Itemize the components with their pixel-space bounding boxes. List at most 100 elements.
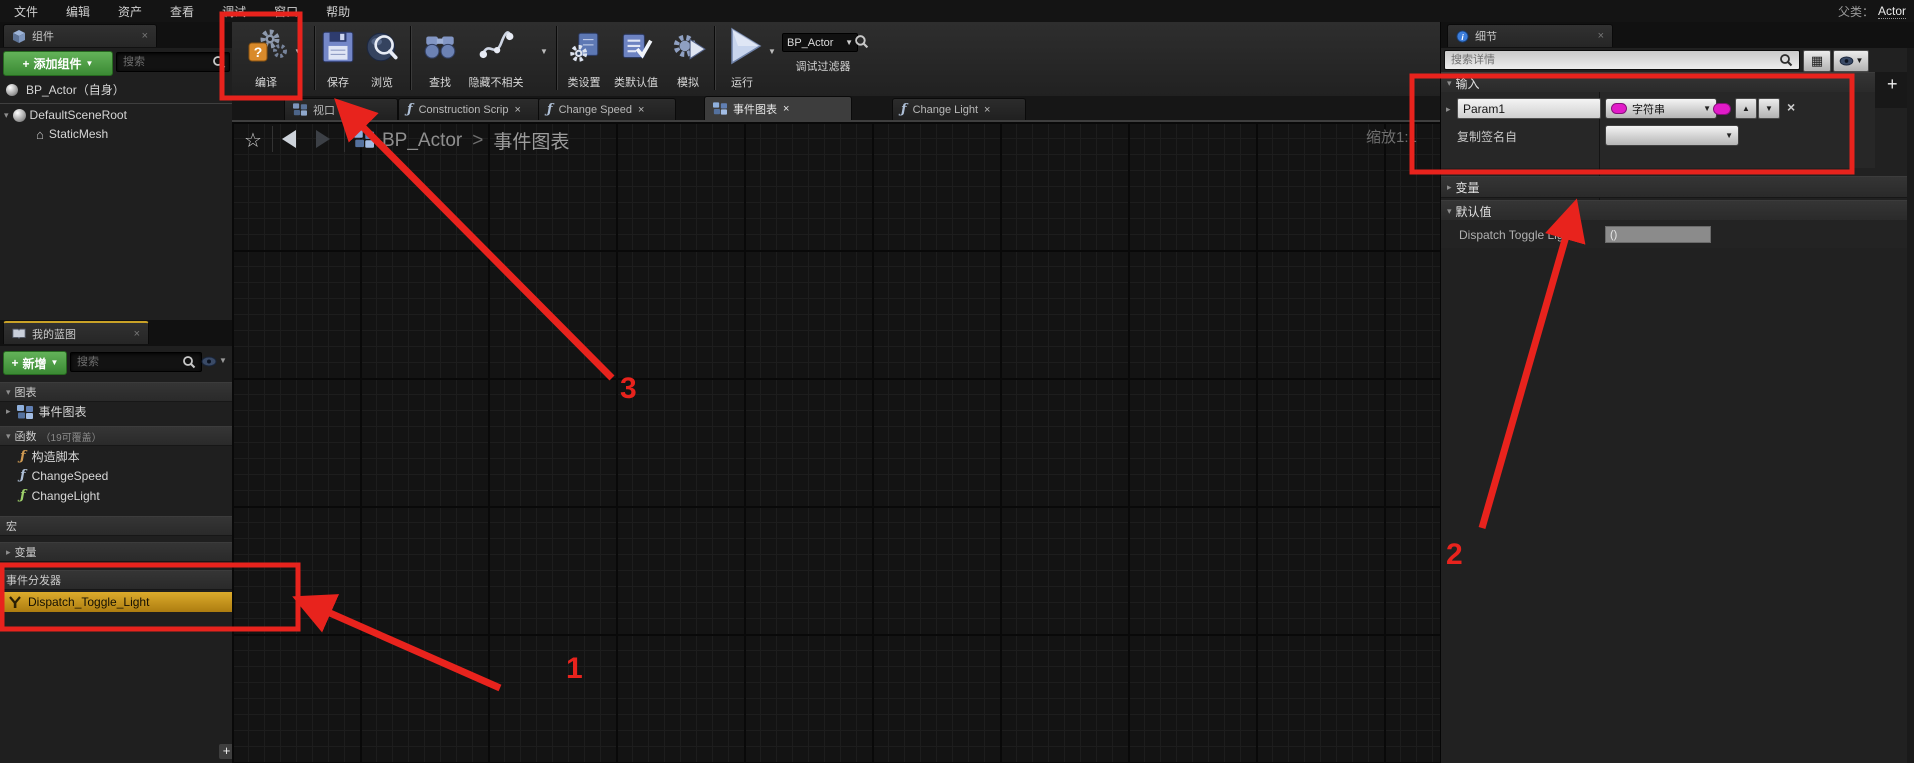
menu-window[interactable]: 窗口: [260, 0, 312, 22]
variable-header-label: 变量: [1456, 179, 1480, 196]
tab-event-graph[interactable]: 事件图表 ×: [704, 96, 852, 120]
add-input-button[interactable]: +: [1887, 74, 1898, 95]
close-icon[interactable]: ×: [1598, 30, 1604, 42]
svg-text:?: ?: [254, 44, 263, 60]
move-up-button[interactable]: ▲: [1735, 98, 1757, 119]
graphs-header[interactable]: ▾ 图表 +: [0, 382, 238, 402]
expander-icon[interactable]: ▾: [1447, 206, 1452, 217]
function-changespeed-label: ChangeSpeed: [32, 469, 109, 483]
dispatcher-item-selected[interactable]: Dispatch_Toggle_Light: [2, 592, 236, 612]
tab-details[interactable]: i 细节 ×: [1447, 24, 1613, 47]
play-button[interactable]: [724, 26, 764, 73]
expander-icon[interactable]: ▾: [6, 431, 11, 442]
tab-construction-script[interactable]: ƒ Construction Scrip ×: [398, 98, 540, 120]
chevron-down-icon[interactable]: ▼: [294, 48, 302, 56]
static-mesh-row[interactable]: ⌂ StaticMesh: [36, 127, 108, 141]
variable-section-header[interactable]: ▸ 变量: [1441, 176, 1914, 198]
property-matrix-button[interactable]: ▦: [1803, 50, 1831, 72]
expander-icon[interactable]: ▸: [6, 406, 11, 417]
scene-root-row[interactable]: ▾ DefaultSceneRoot: [4, 108, 127, 122]
chevron-down-icon: ▼: [86, 60, 94, 68]
close-icon[interactable]: ×: [638, 104, 644, 116]
expander-icon[interactable]: ▾: [1447, 78, 1452, 89]
dispatchers-header[interactable]: 事件分发器 +: [0, 570, 238, 590]
details-view-options-button[interactable]: ▼: [1833, 50, 1869, 72]
copy-signature-label: 复制签名自: [1457, 128, 1517, 145]
functions-header[interactable]: ▾ 函数 （19可覆盖） +: [0, 426, 238, 446]
components-panel: 组件 × + 添加组件 ▼ BP_Actor（自身） ▾ DefaultScen…: [0, 22, 233, 763]
details-search-input[interactable]: [1444, 50, 1800, 70]
close-icon[interactable]: ×: [783, 103, 789, 115]
nav-back-icon[interactable]: [282, 130, 296, 148]
class-defaults-button[interactable]: [618, 28, 654, 71]
expander-icon[interactable]: ▾: [4, 110, 9, 121]
search-icon[interactable]: [854, 34, 869, 49]
class-settings-icon: [566, 28, 602, 66]
favorite-star-icon[interactable]: ☆: [244, 128, 262, 153]
new-button[interactable]: + 新增 ▼: [3, 351, 67, 375]
compile-button[interactable]: ?: [242, 26, 288, 70]
move-down-button[interactable]: ▼: [1758, 98, 1780, 119]
browse-button[interactable]: [364, 28, 400, 71]
book-icon: [12, 327, 26, 340]
menu-view[interactable]: 查看: [156, 0, 208, 22]
close-icon[interactable]: ×: [341, 104, 347, 116]
event-graph-item[interactable]: ▸ 事件图表: [6, 403, 87, 420]
expander-icon[interactable]: ▾: [6, 387, 11, 398]
blueprint-icon: [354, 130, 374, 148]
expander-icon[interactable]: ▸: [1447, 182, 1452, 193]
variables-header[interactable]: ▸ 变量 +: [0, 542, 238, 562]
breadcrumb-current[interactable]: 事件图表: [493, 127, 569, 154]
close-icon[interactable]: ×: [142, 30, 148, 42]
tab-change-light[interactable]: ƒ Change Light ×: [892, 98, 1026, 120]
class-settings-button[interactable]: [566, 28, 602, 71]
function-item-changespeed[interactable]: ƒ ChangeSpeed: [20, 468, 108, 483]
nav-forward-icon[interactable]: [316, 130, 330, 148]
macros-header[interactable]: 宏 +: [0, 516, 238, 536]
menu-file[interactable]: 文件: [0, 0, 52, 22]
class-defaults-icon: [618, 28, 654, 66]
component-root-label: BP_Actor（自身）: [26, 81, 125, 98]
simulate-button[interactable]: [670, 28, 706, 71]
visibility-filter-button[interactable]: ▼: [201, 352, 229, 370]
tab-my-blueprint[interactable]: 我的蓝图 ×: [3, 321, 149, 344]
event-graph-canvas[interactable]: ☆ BP_Actor > 事件图表 缩放1:1: [232, 120, 1440, 763]
tab-event-graph-label: 事件图表: [733, 101, 777, 117]
tab-components[interactable]: 组件 ×: [3, 24, 157, 47]
breadcrumb-root[interactable]: BP_Actor: [382, 130, 462, 152]
details-scrollbar[interactable]: [1907, 48, 1914, 763]
defaults-section-header[interactable]: ▾ 默认值: [1441, 200, 1914, 222]
tab-change-speed[interactable]: ƒ Change Speed ×: [538, 98, 676, 120]
remove-param-icon[interactable]: ×: [1787, 99, 1795, 115]
close-icon[interactable]: ×: [984, 104, 990, 116]
param-expander-icon[interactable]: ▸: [1446, 104, 1451, 115]
parent-class-link[interactable]: Actor: [1878, 4, 1906, 19]
function-item-changelight[interactable]: ƒ ChangeLight: [20, 488, 100, 503]
macros-header-label: 宏: [6, 518, 17, 534]
chevron-down-icon[interactable]: ▼: [768, 48, 776, 56]
play-label: 运行: [692, 74, 792, 90]
menu-edit[interactable]: 编辑: [52, 0, 104, 22]
inputs-section-header[interactable]: ▾ 输入: [1441, 72, 1914, 94]
chevron-down-icon[interactable]: ▼: [540, 48, 548, 56]
tab-viewport[interactable]: 视口 ×: [284, 98, 398, 120]
save-button[interactable]: [320, 28, 356, 71]
expander-icon[interactable]: ▸: [6, 547, 11, 558]
copy-signature-dropdown[interactable]: ▼: [1605, 125, 1739, 146]
menu-asset[interactable]: 资产: [104, 0, 156, 22]
component-root-row[interactable]: BP_Actor（自身）: [6, 81, 125, 98]
close-icon[interactable]: ×: [514, 104, 520, 116]
menu-debug[interactable]: 调试: [208, 0, 260, 22]
add-component-button[interactable]: + 添加组件 ▼: [3, 51, 113, 76]
close-icon[interactable]: ×: [134, 328, 140, 340]
menu-help[interactable]: 帮助: [312, 0, 364, 22]
debug-object-dropdown[interactable]: BP_Actor ▼: [782, 33, 858, 52]
construction-script-item[interactable]: ƒ 构造脚本: [20, 448, 80, 465]
static-mesh-label: StaticMesh: [49, 127, 108, 141]
param-name-field[interactable]: [1457, 98, 1601, 119]
eye-icon: [1839, 56, 1854, 66]
default-value-field[interactable]: (): [1605, 226, 1711, 243]
hide-unrelated-button[interactable]: [478, 28, 514, 71]
find-button[interactable]: [422, 28, 458, 71]
param-type-dropdown[interactable]: 字符串 ▼: [1605, 98, 1717, 119]
